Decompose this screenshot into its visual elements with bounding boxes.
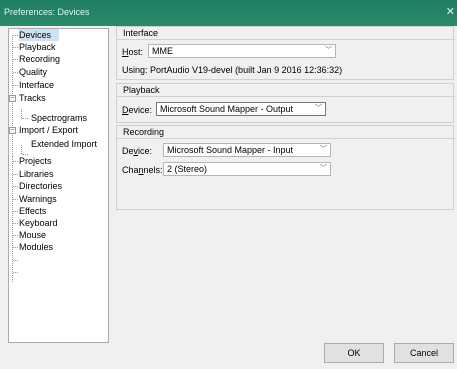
tree-item-keyboard[interactable]: Keyboard xyxy=(19,217,58,229)
preferences-window: Preferences: Devices ✕ Devices Playback … xyxy=(0,0,457,369)
tree-item-warnings[interactable]: Warnings xyxy=(19,193,57,205)
portaudio-info: Using: PortAudio V19-devel (built Jan 9 … xyxy=(122,65,343,75)
tree-item-playback[interactable]: Playback xyxy=(19,41,56,53)
tree-connector xyxy=(13,161,18,162)
section-title: Recording xyxy=(123,127,165,137)
window-title: Preferences: Devices xyxy=(4,7,90,17)
recording-device-value: Microsoft Sound Mapper - Input xyxy=(167,145,294,155)
tree-item-effects[interactable]: Effects xyxy=(19,205,46,217)
title-bar[interactable]: Preferences: Devices ✕ xyxy=(0,0,457,26)
playback-device-label-rest: evice: xyxy=(128,105,153,115)
playback-device-value: Microsoft Sound Mapper - Output xyxy=(160,104,294,114)
chevron-down-icon: ﹀ xyxy=(325,47,332,54)
recording-device-label: Device: xyxy=(122,146,152,156)
interface-section: Interface Host: MME ﹀ Using: PortAudio V… xyxy=(116,26,455,80)
section-title: Interface xyxy=(123,28,159,38)
section-divider xyxy=(117,39,455,40)
tree-item-quality[interactable]: Quality xyxy=(19,66,47,78)
tree-connector xyxy=(13,211,18,212)
tree-item-extended-import[interactable]: Extended Import xyxy=(31,138,97,150)
section-title: Playback xyxy=(123,85,160,95)
tree-connector xyxy=(13,174,18,175)
tree-connector xyxy=(21,145,22,154)
host-dropdown[interactable]: MME ﹀ xyxy=(148,44,336,58)
cancel-button[interactable]: Cancel xyxy=(394,343,454,363)
channels-label-pre: Cha xyxy=(122,165,139,175)
tree-item-import-export[interactable]: Import / Export xyxy=(19,124,78,136)
recording-section: Recording Device: Microsoft Sound Mapper… xyxy=(116,125,455,210)
chevron-down-icon: ﹀ xyxy=(315,105,322,112)
recording-device-label-post: ice: xyxy=(138,146,153,156)
tree-connector xyxy=(13,235,18,236)
tree-connector xyxy=(13,223,18,224)
playback-section: Playback Device: Microsoft Sound Mapper … xyxy=(116,83,455,123)
tree-connector xyxy=(13,72,18,73)
tree-connector xyxy=(13,47,18,48)
channels-value: 2 (Stereo) xyxy=(167,164,208,174)
channels-label: Channels: xyxy=(122,165,163,175)
tree-connector xyxy=(13,272,18,273)
playback-device-dropdown[interactable]: Microsoft Sound Mapper - Output ﹀ xyxy=(156,102,326,116)
tree-connector xyxy=(13,186,18,187)
section-divider xyxy=(117,96,455,97)
tree-connector xyxy=(13,35,18,36)
tree-connector xyxy=(13,247,18,248)
tree-item-devices[interactable]: Devices xyxy=(19,29,59,41)
category-tree[interactable]: Devices Playback Recording Quality Inter… xyxy=(8,28,109,343)
tree-connector xyxy=(21,109,22,118)
recording-device-dropdown[interactable]: Microsoft Sound Mapper - Input ﹀ xyxy=(163,143,331,157)
section-divider xyxy=(117,138,455,139)
playback-device-label: Device: xyxy=(122,105,152,115)
tree-item-projects[interactable]: Projects xyxy=(19,155,52,167)
tree-connector xyxy=(13,85,18,86)
tree-item-tracks[interactable]: Tracks xyxy=(19,92,46,104)
collapse-icon[interactable]: − xyxy=(9,95,16,102)
tree-connector xyxy=(13,260,18,261)
tree-item-spectrograms[interactable]: Spectrograms xyxy=(31,112,87,124)
tree-connector xyxy=(13,59,18,60)
host-label: Host: xyxy=(122,47,143,57)
tree-item-recording[interactable]: Recording xyxy=(19,53,60,65)
tree-item-libraries[interactable]: Libraries xyxy=(19,168,54,180)
recording-device-label-pre: De xyxy=(122,146,134,156)
collapse-icon[interactable]: − xyxy=(9,127,16,134)
tree-item-directories[interactable]: Directories xyxy=(19,180,62,192)
ok-button[interactable]: OK xyxy=(324,343,384,363)
close-icon[interactable]: ✕ xyxy=(446,5,455,18)
host-label-rest: ost: xyxy=(128,47,144,57)
host-value: MME xyxy=(152,46,173,56)
chevron-down-icon: ﹀ xyxy=(320,146,327,153)
tree-item-mouse[interactable]: Mouse xyxy=(19,229,46,241)
channels-label-post: nels: xyxy=(143,165,163,175)
tree-connector xyxy=(22,118,28,119)
tree-connector xyxy=(13,199,18,200)
chevron-down-icon: ﹀ xyxy=(320,165,327,172)
devices-panel: Interface Host: MME ﹀ Using: PortAudio V… xyxy=(116,26,455,210)
channels-dropdown[interactable]: 2 (Stereo) ﹀ xyxy=(163,162,331,176)
tree-item-interface[interactable]: Interface xyxy=(19,79,54,91)
tree-item-modules[interactable]: Modules xyxy=(19,241,53,253)
